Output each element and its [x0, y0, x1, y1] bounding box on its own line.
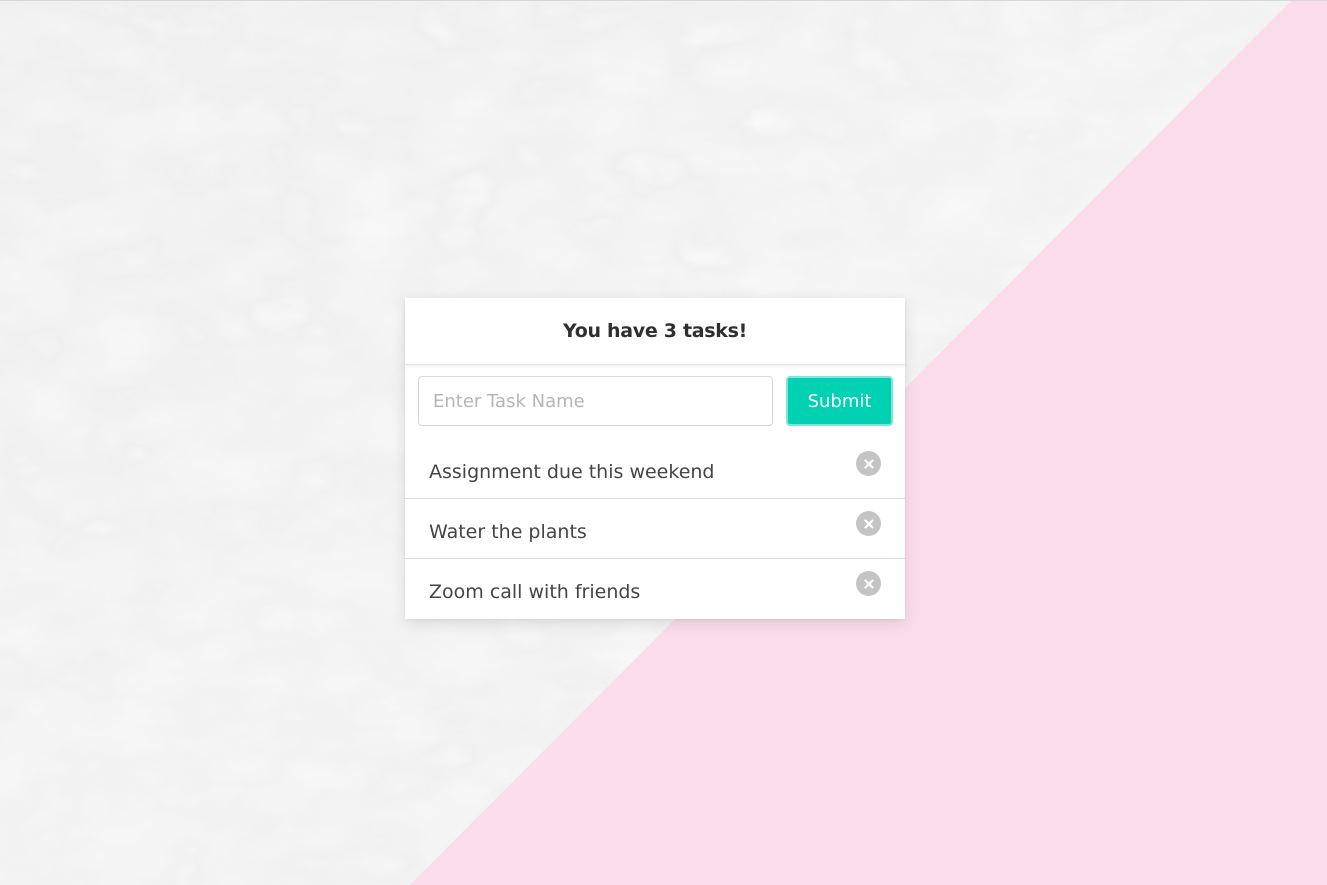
- task-item: Assignment due this weekend: [405, 439, 905, 499]
- close-circle-icon: [863, 458, 874, 469]
- add-task-form: Submit: [405, 365, 905, 439]
- task-item: Zoom call with friends: [405, 559, 905, 619]
- todo-card: You have 3 tasks! Submit Assignment due …: [405, 298, 905, 619]
- delete-task-button[interactable]: [856, 511, 881, 536]
- top-border: [0, 0, 1327, 1]
- close-circle-icon: [863, 518, 874, 529]
- card-header: You have 3 tasks!: [405, 298, 905, 365]
- task-label: Assignment due this weekend: [429, 460, 715, 483]
- close-circle-icon: [863, 578, 874, 589]
- delete-task-button[interactable]: [856, 571, 881, 596]
- task-name-input[interactable]: [418, 376, 773, 426]
- task-count-title: You have 3 tasks!: [562, 320, 747, 342]
- submit-button[interactable]: Submit: [786, 376, 893, 426]
- task-list: Assignment due this weekend Water the pl…: [405, 439, 905, 619]
- task-item: Water the plants: [405, 499, 905, 559]
- task-label: Zoom call with friends: [429, 581, 641, 603]
- delete-task-button[interactable]: [856, 451, 881, 476]
- task-label: Water the plants: [429, 520, 587, 543]
